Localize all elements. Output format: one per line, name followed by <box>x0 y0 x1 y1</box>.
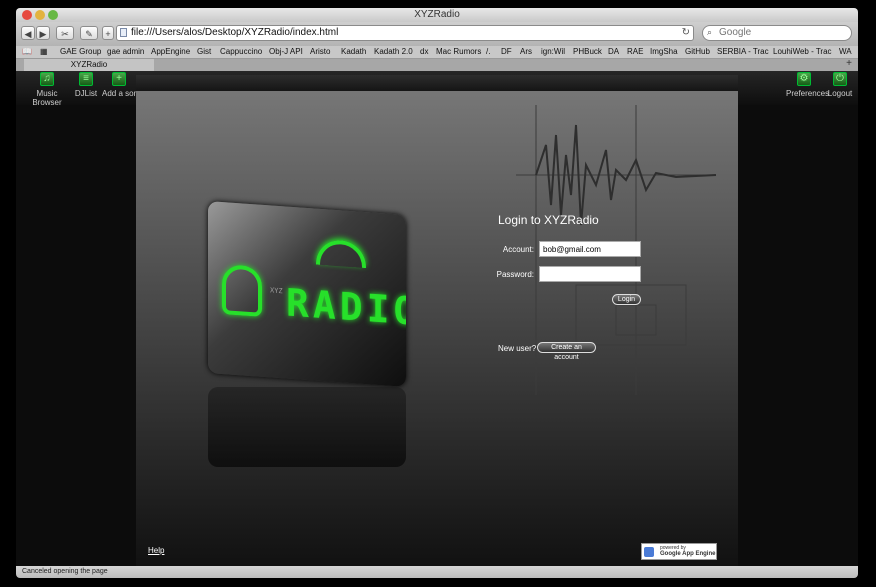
playlist-icon: ≡ <box>79 72 93 86</box>
login-title: Login to XYZRadio <box>498 213 599 227</box>
bookmark-item[interactable]: ImgSha <box>650 46 678 58</box>
bookmark-item[interactable]: gae admin <box>107 46 144 58</box>
forward-arrow-icon: ▶ <box>39 29 47 39</box>
window-title: XYZRadio <box>414 9 460 20</box>
bookmark-item[interactable]: SERBIA - Trac <box>717 46 769 58</box>
search-icon: ⌕ <box>707 27 713 37</box>
minimize-window-button[interactable] <box>35 10 45 20</box>
bookmark-item[interactable]: DF <box>501 46 512 58</box>
title-bar: XYZRadio <box>16 8 858 22</box>
login-button[interactable]: Login <box>612 294 641 305</box>
app-engine-badge[interactable]: powered by Google App Engine <box>641 543 717 560</box>
bookmark-item[interactable]: /. <box>486 46 490 58</box>
address-text: file:///Users/alos/Desktop/XYZRadio/inde… <box>131 27 339 38</box>
bookmark-item[interactable]: Ars <box>520 46 532 58</box>
bookmarks-bar: 📖 ▦ GAE Group gae admin AppEngine Gist C… <box>16 46 858 59</box>
evernote-button[interactable]: ✎ <box>80 26 98 40</box>
file-icon <box>120 28 127 37</box>
add-song-label: Add a song <box>102 89 136 98</box>
back-button[interactable]: ◀ <box>21 26 35 40</box>
add-song-button[interactable]: + Add a song <box>102 72 136 98</box>
search-input[interactable] <box>719 27 844 38</box>
djlist-label: DJList <box>74 89 98 98</box>
password-label: Password: <box>496 270 534 279</box>
bookmark-item[interactable]: DA <box>608 46 619 58</box>
back-arrow-icon: ◀ <box>24 29 32 39</box>
tab-label: XYZRadio <box>70 60 108 69</box>
bookmark-item[interactable]: Obj-J API <box>269 46 303 58</box>
status-text: Canceled opening the page <box>22 568 108 575</box>
address-bar[interactable]: file:///Users/alos/Desktop/XYZRadio/inde… <box>116 25 694 41</box>
preferences-label: Preferences <box>786 89 830 98</box>
bookmarks-icon: ✂ <box>61 29 69 39</box>
content-area: XYZ RADIO Login to XYZRadio Account: Pas… <box>16 75 858 566</box>
bookmark-item[interactable]: Gist <box>197 46 211 58</box>
browser-toolbar: ◀ ▶ ✂ ✎ + file:///Users/alos/Desktop/XYZ… <box>16 22 858 46</box>
new-tab-icon[interactable]: + <box>846 58 852 69</box>
account-input[interactable] <box>539 241 641 257</box>
panel-header-bar <box>136 75 738 91</box>
djlist-button[interactable]: ≡ DJList <box>74 72 98 98</box>
help-link[interactable]: Help <box>148 546 164 555</box>
logo-small-text: XYZ <box>270 286 283 296</box>
forward-button[interactable]: ▶ <box>36 26 50 40</box>
preferences-icon: ⚙ <box>797 72 811 86</box>
logout-label: Logout <box>827 89 853 98</box>
bookmark-item[interactable]: ign:Wil <box>541 46 565 58</box>
search-box[interactable]: ⌕ <box>702 25 852 41</box>
bookmark-item[interactable]: Kadath <box>341 46 366 58</box>
new-user-label: New user? <box>498 344 537 353</box>
password-input[interactable] <box>539 266 641 282</box>
bookmark-item[interactable]: GitHub <box>685 46 710 58</box>
zoom-window-button[interactable] <box>48 10 58 20</box>
reading-list-icon[interactable]: 📖 <box>22 46 32 58</box>
add-bookmark-button[interactable]: + <box>102 26 114 40</box>
bookmark-item[interactable]: LouhiWeb - Trac <box>773 46 832 58</box>
bookmark-item[interactable]: WA <box>839 46 852 58</box>
bookmark-item[interactable]: PHBuck <box>573 46 602 58</box>
reload-icon[interactable]: ↻ <box>682 27 690 38</box>
login-panel: XYZ RADIO Login to XYZRadio Account: Pas… <box>136 75 738 566</box>
badge-line-2: Google App Engine <box>660 551 716 557</box>
close-window-button[interactable] <box>22 10 32 20</box>
bookmark-item[interactable]: AppEngine <box>151 46 190 58</box>
app-engine-icon <box>644 547 654 557</box>
elephant-icon: ✎ <box>85 29 93 39</box>
bookmark-item[interactable]: Aristo <box>310 46 330 58</box>
preferences-button[interactable]: ⚙ Preferences <box>786 72 829 98</box>
top-sites-icon[interactable]: ▦ <box>40 46 48 58</box>
logout-icon: ⏻ <box>833 72 847 86</box>
browser-window: XYZRadio ◀ ▶ ✂ ✎ + file:///Users/alos/De… <box>16 8 858 578</box>
add-song-icon: + <box>112 72 126 86</box>
bookmark-item[interactable]: GAE Group <box>60 46 101 58</box>
logo-reflection <box>208 387 406 467</box>
account-label: Account: <box>502 245 534 254</box>
bookmark-item[interactable]: RAE <box>627 46 643 58</box>
music-icon: ♫ <box>40 72 54 86</box>
bookmark-item[interactable]: dx <box>420 46 428 58</box>
plus-icon: + <box>105 29 111 39</box>
signal-waves-icon <box>316 238 366 269</box>
bookmark-item[interactable]: Mac Rumors <box>436 46 481 58</box>
tab-bar: XYZRadio + <box>16 58 858 71</box>
music-browser-button[interactable]: ♫ Music Browser <box>22 72 72 107</box>
bookmark-item[interactable]: Kadath 2.0 <box>374 46 413 58</box>
status-bar: Canceled opening the page <box>16 566 858 578</box>
bookmark-view-button[interactable]: ✂ <box>56 26 74 40</box>
headphones-icon <box>222 264 262 317</box>
logout-button[interactable]: ⏻ Logout <box>826 72 854 98</box>
create-account-button[interactable]: Create an account <box>537 342 596 361</box>
xyzradio-logo-card: XYZ RADIO <box>208 201 406 387</box>
bookmark-item[interactable]: Cappuccino <box>220 46 262 58</box>
tab-xyzradio[interactable]: XYZRadio <box>24 59 154 71</box>
logo-text: RADIO <box>286 280 406 334</box>
